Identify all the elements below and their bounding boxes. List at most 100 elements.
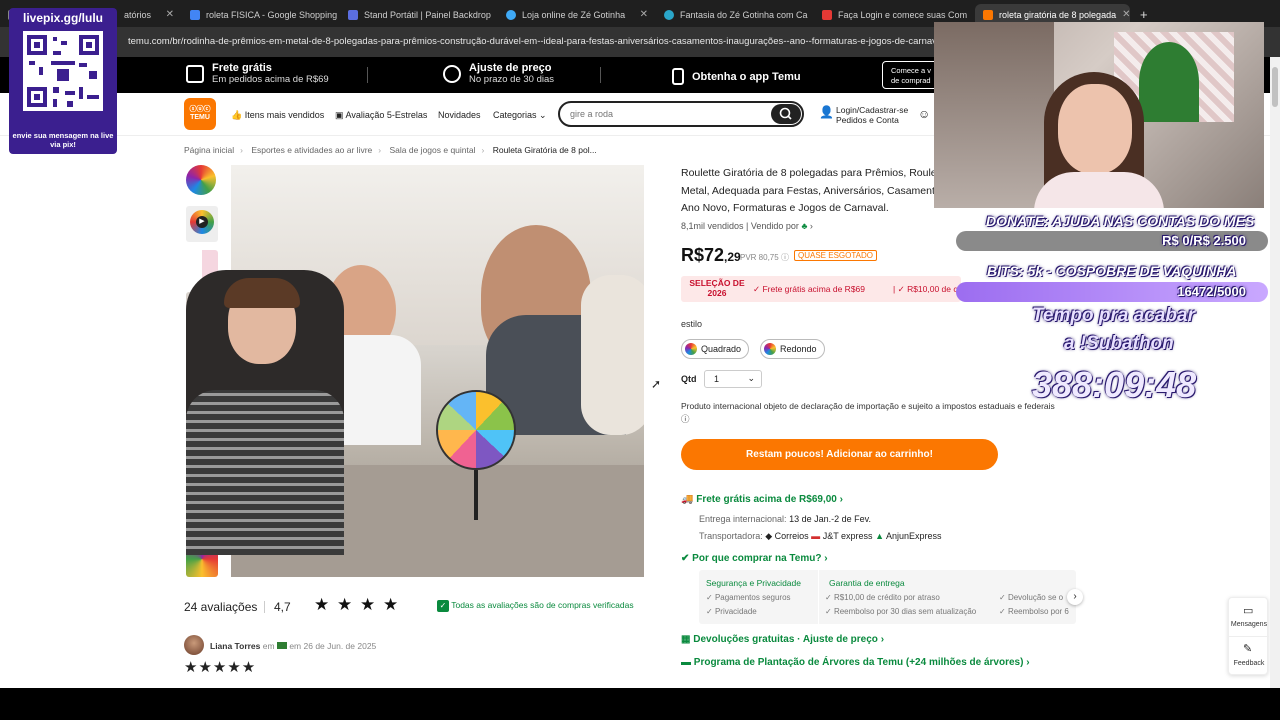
shield-check-icon: ✓ xyxy=(437,600,449,612)
divider xyxy=(600,67,601,83)
temu-icon xyxy=(983,9,993,20)
scrollbar[interactable] xyxy=(1270,57,1280,688)
selection-item-label: Frete grátis acima de R$69 xyxy=(762,284,866,294)
rrp-price: PVR 80,75 ⓘ xyxy=(740,252,789,263)
carousel-next-button[interactable]: › xyxy=(1067,589,1083,605)
selection-item-label: R$10,00 de c xyxy=(907,284,958,294)
browser-tab[interactable]: Fantasia do Zé Gotinha com Ca✕ xyxy=(656,4,814,25)
why-col-title: Segurança e Privacidade xyxy=(706,578,801,588)
messages-label[interactable]: Mensagens xyxy=(1229,621,1269,628)
url-field[interactable]: temu.com/br/rodinha-de-prêmios-em-metal-… xyxy=(128,36,942,47)
account-menu[interactable]: 👤 Login/Cadastrar-se Pedidos e Conta xyxy=(819,105,909,125)
breadcrumb-link[interactable]: Esportes e atividades ao ar livre xyxy=(251,145,372,155)
selection-item: | ✓ R$10,00 de c xyxy=(893,284,958,294)
trees-link[interactable]: ▬ Programa de Plantação de Árvores da Te… xyxy=(681,657,1030,668)
orders-label: Pedidos e Conta xyxy=(836,115,899,125)
close-icon[interactable]: ✕ xyxy=(1122,9,1130,20)
message-icon[interactable]: ▭ xyxy=(1243,604,1253,617)
breadcrumb-link[interactable]: Sala de jogos e quintal xyxy=(389,145,475,155)
nav-best-sellers[interactable]: 👍 Itens mais vendidos xyxy=(231,110,324,121)
cta-line: Comece a v xyxy=(891,66,932,75)
style-option-redondo[interactable]: Redondo xyxy=(760,339,825,359)
video-thumbnail[interactable]: ▶ xyxy=(186,206,218,242)
streamer-top xyxy=(1034,172,1164,208)
browser-tab[interactable]: Stand Portátil | Painel Backdrop✕ xyxy=(340,4,498,25)
support-icon[interactable]: ☺ xyxy=(918,107,930,121)
search-button[interactable] xyxy=(771,104,801,124)
bottom-bar xyxy=(0,688,1280,720)
login-label: Login/Cadastrar-se xyxy=(836,105,909,115)
tab-title: Faça Login e comece suas Com xyxy=(838,9,968,20)
chevron-right-icon: › xyxy=(378,145,382,155)
wheel-stand xyxy=(474,470,478,520)
star-half-icon: ★ xyxy=(383,595,399,614)
style-option-quadrado[interactable]: Quadrado xyxy=(681,339,750,359)
google-icon xyxy=(190,9,200,20)
bits-progress-bar: 16472/5000 xyxy=(956,282,1268,302)
add-to-cart-button[interactable]: Restam poucos! Adicionar ao carrinho! xyxy=(681,439,998,470)
browser-tab[interactable]: Loja online de Zé Gotinha ✕ xyxy=(498,4,656,25)
temu-logo[interactable]: ⓢⓤⓒ TEMU xyxy=(184,98,216,130)
get-app-banner[interactable]: Obtenha o app Temu xyxy=(672,68,801,85)
browser-tab[interactable]: roleta FISICA - Google Shopping✕ xyxy=(182,4,340,25)
chevron-right-icon: › xyxy=(481,145,485,155)
search-input[interactable] xyxy=(570,107,760,121)
free-shipping-link[interactable]: 🚚 Frete grátis acima de R$69,00 › xyxy=(681,494,843,505)
why-item-label: R$10,00 de crédito por atraso xyxy=(833,593,940,602)
info-icon[interactable]: ⓘ xyxy=(781,253,789,262)
bookmark-icon xyxy=(822,9,832,20)
free-shipping-banner[interactable]: Frete grátis Em pedidos acima de R$69 xyxy=(186,62,329,85)
why-col-item: ✓ R$10,00 de crédito por atraso xyxy=(825,593,940,602)
streamer-face xyxy=(1058,84,1132,174)
livepix-overlay: livepix.gg/lulu envie sua mensagem na li… xyxy=(9,8,117,154)
carriers-row: Transportadora: ◆ Correios ▬ J&T express… xyxy=(699,531,942,542)
shield-check-icon: ✔ xyxy=(681,553,690,564)
anjun-icon: ▲ xyxy=(875,531,884,541)
nav-categories[interactable]: Categorias ⌄ xyxy=(493,110,547,121)
livepix-caption: envie sua mensagem na live via pix! xyxy=(12,131,114,149)
wheel-icon xyxy=(685,343,697,355)
feedback-icon[interactable]: ✎ xyxy=(1243,642,1252,655)
help-icon[interactable]: ⓘ xyxy=(681,414,690,424)
subathon-timer: 388:09:48 xyxy=(1032,364,1197,405)
feedback-label[interactable]: Feedback xyxy=(1229,660,1269,667)
tree-icon: ▬ xyxy=(681,657,691,668)
free-shipping-label: Frete grátis acima de R$69,00 xyxy=(696,494,837,505)
carrier: ▲ AnjunExpress xyxy=(875,531,941,541)
qty-select[interactable]: 1 ⌄ xyxy=(704,370,762,388)
qr-code-image xyxy=(23,31,103,111)
thumbnail[interactable] xyxy=(186,165,216,195)
returns-link[interactable]: ▦ Devoluções gratuitas · Ajuste de preço… xyxy=(681,634,884,645)
nav-new[interactable]: Novidades xyxy=(438,110,481,120)
tab-title: roleta FISICA - Google Shopping xyxy=(206,9,338,20)
style-label: estilo xyxy=(681,319,703,329)
promo-title: Frete grátis xyxy=(212,62,272,74)
close-icon[interactable]: ✕ xyxy=(640,9,648,20)
donate-progress-bar: R$ 0/R$ 2.500 xyxy=(956,231,1268,251)
review-stars: ★★★★★ xyxy=(184,659,257,676)
why-temu-link[interactable]: ✔ Por que comprar na Temu? › xyxy=(681,553,828,564)
notice-text: Produto internacional objeto de declaraç… xyxy=(681,401,1055,411)
divider xyxy=(367,67,368,83)
trees-label: Programa de Plantação de Árvores da Temu… xyxy=(693,657,1024,668)
qty-label: Qtd xyxy=(681,374,697,384)
price-main: R$72 xyxy=(681,245,725,265)
option-label: Redondo xyxy=(780,344,817,354)
price-adjust-banner[interactable]: Ajuste de preço No prazo de 30 dias xyxy=(443,62,554,85)
delivery-value: 13 de Jan.-2 de Fev. xyxy=(789,514,871,524)
truck-icon xyxy=(186,64,204,83)
option-label: Quadrado xyxy=(701,344,742,354)
close-icon[interactable]: ✕ xyxy=(166,9,174,20)
livepix-url: livepix.gg/lulu xyxy=(22,11,103,25)
nav-five-star[interactable]: ▣ Avaliação 5-Estrelas xyxy=(335,110,427,121)
shelf-background xyxy=(934,22,1054,208)
seller-cta-button[interactable]: Comece a v de comprad xyxy=(882,61,942,89)
bits-progress-value: 16472/5000 xyxy=(1177,284,1246,299)
why-label: Por que comprar na Temu? xyxy=(692,553,822,564)
carrier: ▬ J&T express xyxy=(811,531,872,541)
seller-link[interactable]: Vendido por xyxy=(751,221,799,231)
breadcrumb-link[interactable]: Página inicial xyxy=(184,145,234,155)
box-icon: ▦ xyxy=(681,634,691,645)
review-count[interactable]: 24 avaliações xyxy=(184,600,257,614)
scrollbar-thumb[interactable] xyxy=(1272,67,1278,107)
